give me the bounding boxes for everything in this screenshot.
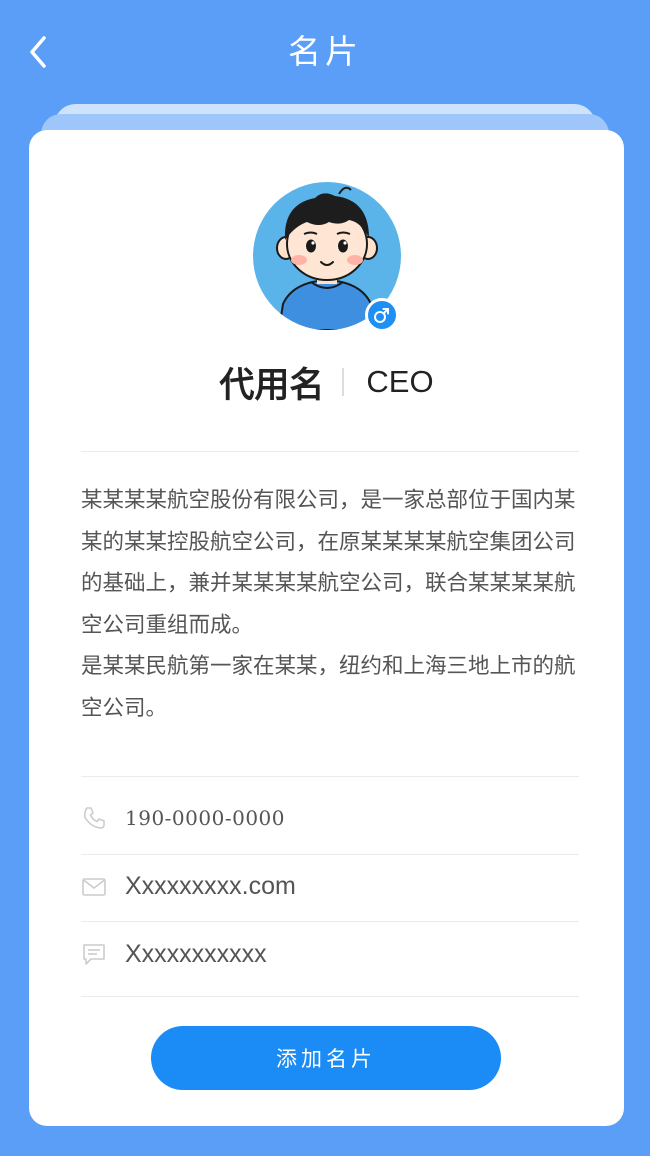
person-name: 代用名	[219, 365, 325, 406]
phone-number: 190-0000-0000	[125, 806, 285, 830]
business-card: 代用名 CEO 某某某某航空股份有限公司，是一家总部位于国内某某的某某控股航空公…	[29, 130, 624, 1126]
avatar-container	[253, 182, 401, 332]
email-address: Xxxxxxxxx.com	[125, 871, 296, 900]
name-row: 代用名 CEO	[29, 354, 624, 410]
contact-message-row[interactable]: Xxxxxxxxxxx	[81, 924, 579, 984]
person-title: CEO	[366, 364, 434, 399]
divider	[81, 921, 579, 922]
message-id: Xxxxxxxxxxx	[125, 939, 267, 968]
contact-email-row[interactable]: Xxxxxxxxx.com	[81, 856, 579, 916]
message-icon	[83, 944, 105, 965]
divider	[81, 451, 579, 452]
name-title-divider	[342, 368, 345, 396]
male-icon	[365, 298, 399, 332]
add-card-button[interactable]: 添加名片	[151, 1026, 501, 1090]
description-paragraph: 某某某某航空股份有限公司，是一家总部位于国内某某的某某控股航空公司，在原某某某某…	[81, 488, 576, 638]
divider	[81, 854, 579, 855]
company-description: 某某某某航空股份有限公司，是一家总部位于国内某某的某某控股航空公司，在原某某某某…	[81, 480, 581, 729]
divider	[81, 996, 579, 997]
mail-icon	[82, 878, 106, 896]
description-paragraph: 是某某民航第一家在某某，纽约和上海三地上市的航空公司。	[81, 654, 576, 721]
divider	[81, 776, 579, 777]
phone-icon	[83, 807, 105, 829]
top-bar: 名片	[0, 0, 650, 104]
contact-phone-row[interactable]: 190-0000-0000	[81, 788, 579, 848]
page-title: 名片	[288, 32, 362, 71]
